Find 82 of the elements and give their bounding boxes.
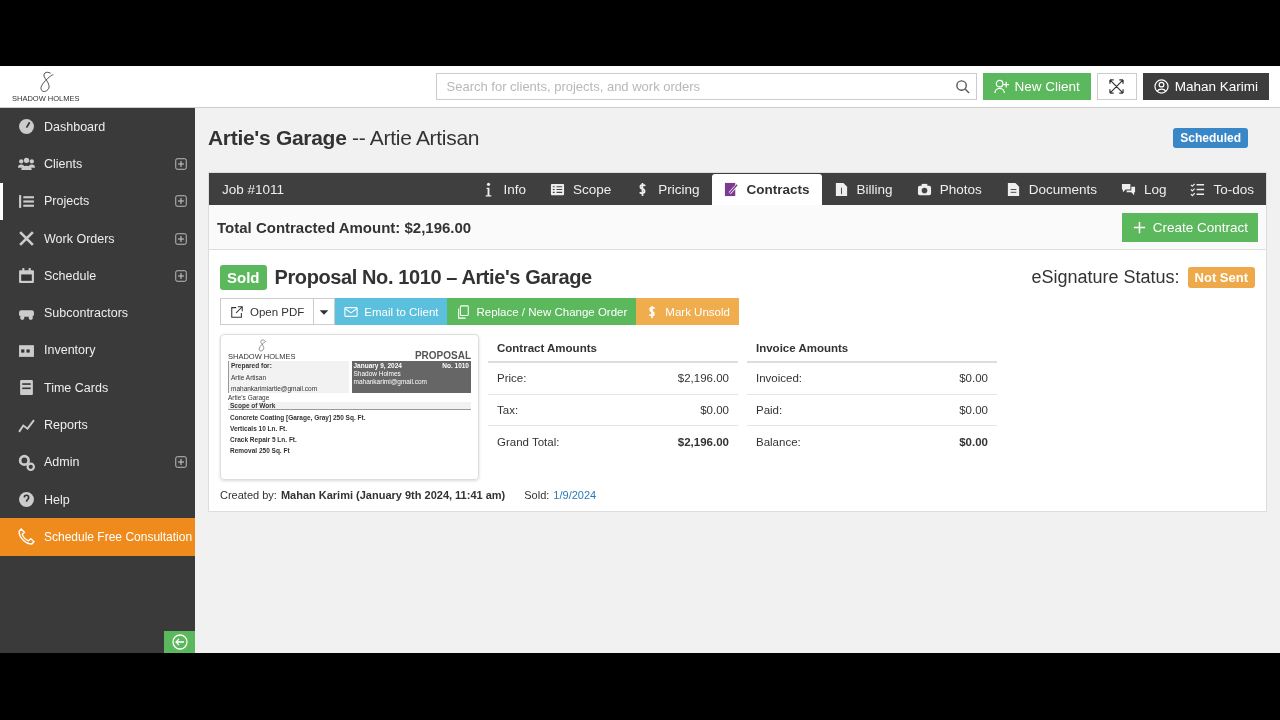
add-icon — [1131, 219, 1147, 235]
table-cell: $0.00 — [959, 435, 988, 448]
tab[interactable]: Scope — [538, 173, 624, 205]
sidebar-item[interactable]: Inventory — [0, 331, 195, 370]
sidebar-item[interactable]: Admin — [0, 443, 195, 481]
tab[interactable]: Log — [1108, 173, 1179, 205]
table-cell: Balance: — [756, 435, 801, 448]
proposal-preview[interactable] — [220, 334, 479, 480]
mail-icon — [344, 304, 359, 319]
sidebar-item[interactable]: Subcontractors — [0, 294, 195, 332]
add-button[interactable] — [175, 157, 187, 170]
open-pdf-button[interactable]: Open PDF — [220, 298, 315, 325]
back-icon — [171, 634, 188, 650]
tools-icon — [18, 230, 35, 248]
tab[interactable]: Documents — [993, 173, 1109, 205]
sold-badge: Sold — [220, 264, 267, 290]
tab[interactable]: Photos — [904, 173, 994, 205]
list-icon — [550, 181, 566, 197]
document-heading: PROPOSAL — [414, 350, 471, 361]
tab[interactable]: Contracts — [711, 174, 822, 205]
checklist-icon — [1190, 181, 1206, 197]
user-menu-button[interactable]: Mahan Karimi — [1142, 73, 1269, 100]
add-button[interactable] — [175, 232, 187, 245]
table-cell: Paid: — [756, 403, 783, 416]
calendar-icon — [18, 267, 35, 285]
created-by: Mahan Karimi (January 9th 2024, 11:41 am) — [280, 489, 506, 501]
gauge-icon — [18, 118, 35, 136]
table-cell: $0.00 — [959, 372, 988, 385]
copy-icon — [456, 304, 471, 319]
document-icon — [18, 379, 35, 397]
dropdown-button[interactable] — [314, 298, 336, 325]
add-button[interactable] — [175, 456, 187, 469]
list-icon — [18, 192, 35, 210]
help-icon — [18, 491, 35, 509]
proposal-title: Proposal No. 1010 – Artie's Garage — [274, 265, 592, 289]
job-number: Job #1011 — [221, 181, 286, 197]
expand-icon — [1109, 79, 1125, 94]
tab[interactable]: To-dos — [1178, 173, 1266, 205]
camera-icon — [916, 181, 932, 197]
esignature-badge: Not Sent — [1187, 266, 1255, 288]
invoice-icon — [833, 181, 849, 197]
esignature-label: eSignature Status: — [1031, 266, 1180, 288]
add-button[interactable] — [175, 269, 187, 282]
external-link-icon — [230, 304, 244, 319]
sidebar-item[interactable]: Schedule — [0, 257, 195, 295]
total-amount: Total Contracted Amount: $2,196.00 — [217, 218, 472, 236]
created-label: Created by: — [220, 489, 277, 501]
tab[interactable]: Billing — [821, 173, 905, 205]
sold-date-link[interactable]: 1/9/2024 — [553, 489, 597, 501]
search-field[interactable]: Search for clients, projects, and work orders — [435, 73, 977, 100]
chat-icon — [1120, 181, 1136, 197]
sidebar-item[interactable]: Work Orders — [0, 219, 195, 258]
table-cell: Grand Total: — [497, 435, 560, 448]
search-icon — [954, 79, 970, 94]
sidebar-item[interactable]: Time Cards — [0, 369, 195, 407]
table-cell: $0.00 — [959, 403, 988, 416]
add-button[interactable] — [175, 195, 187, 208]
tab[interactable]: Pricing — [623, 173, 712, 205]
add-user-icon — [993, 79, 1009, 94]
table-cell: Price: — [497, 372, 527, 385]
table-cell: $2,196.00 — [677, 435, 729, 448]
status-badge: Scheduled — [1173, 128, 1248, 148]
table-cell: $2,196.00 — [677, 372, 729, 385]
page-title: Artie's Garage -- Artie Artisan — [208, 126, 480, 150]
phone-icon — [18, 528, 35, 546]
table-heading: Contract Amounts — [488, 334, 738, 363]
sidebar-item[interactable]: Reports — [0, 406, 195, 444]
sold-label: Sold: — [524, 489, 550, 501]
settings-icon — [18, 453, 35, 471]
table-cell: Tax: — [497, 403, 519, 416]
sidebar-item[interactable]: Clients — [0, 145, 195, 183]
sidebar-item[interactable]: Dashboard — [0, 108, 195, 146]
table-cell: Invoiced: — [756, 372, 803, 385]
signature-icon — [723, 182, 739, 197]
table-heading: Invoice Amounts — [747, 334, 997, 363]
document-icon — [1005, 181, 1021, 197]
fullscreen-button[interactable] — [1096, 73, 1137, 100]
table-cell: $0.00 — [700, 403, 729, 416]
sidebar-item[interactable]: Help — [0, 480, 195, 519]
people-icon — [18, 155, 35, 173]
user-icon — [1153, 79, 1169, 94]
tab[interactable]: Info — [468, 173, 539, 205]
